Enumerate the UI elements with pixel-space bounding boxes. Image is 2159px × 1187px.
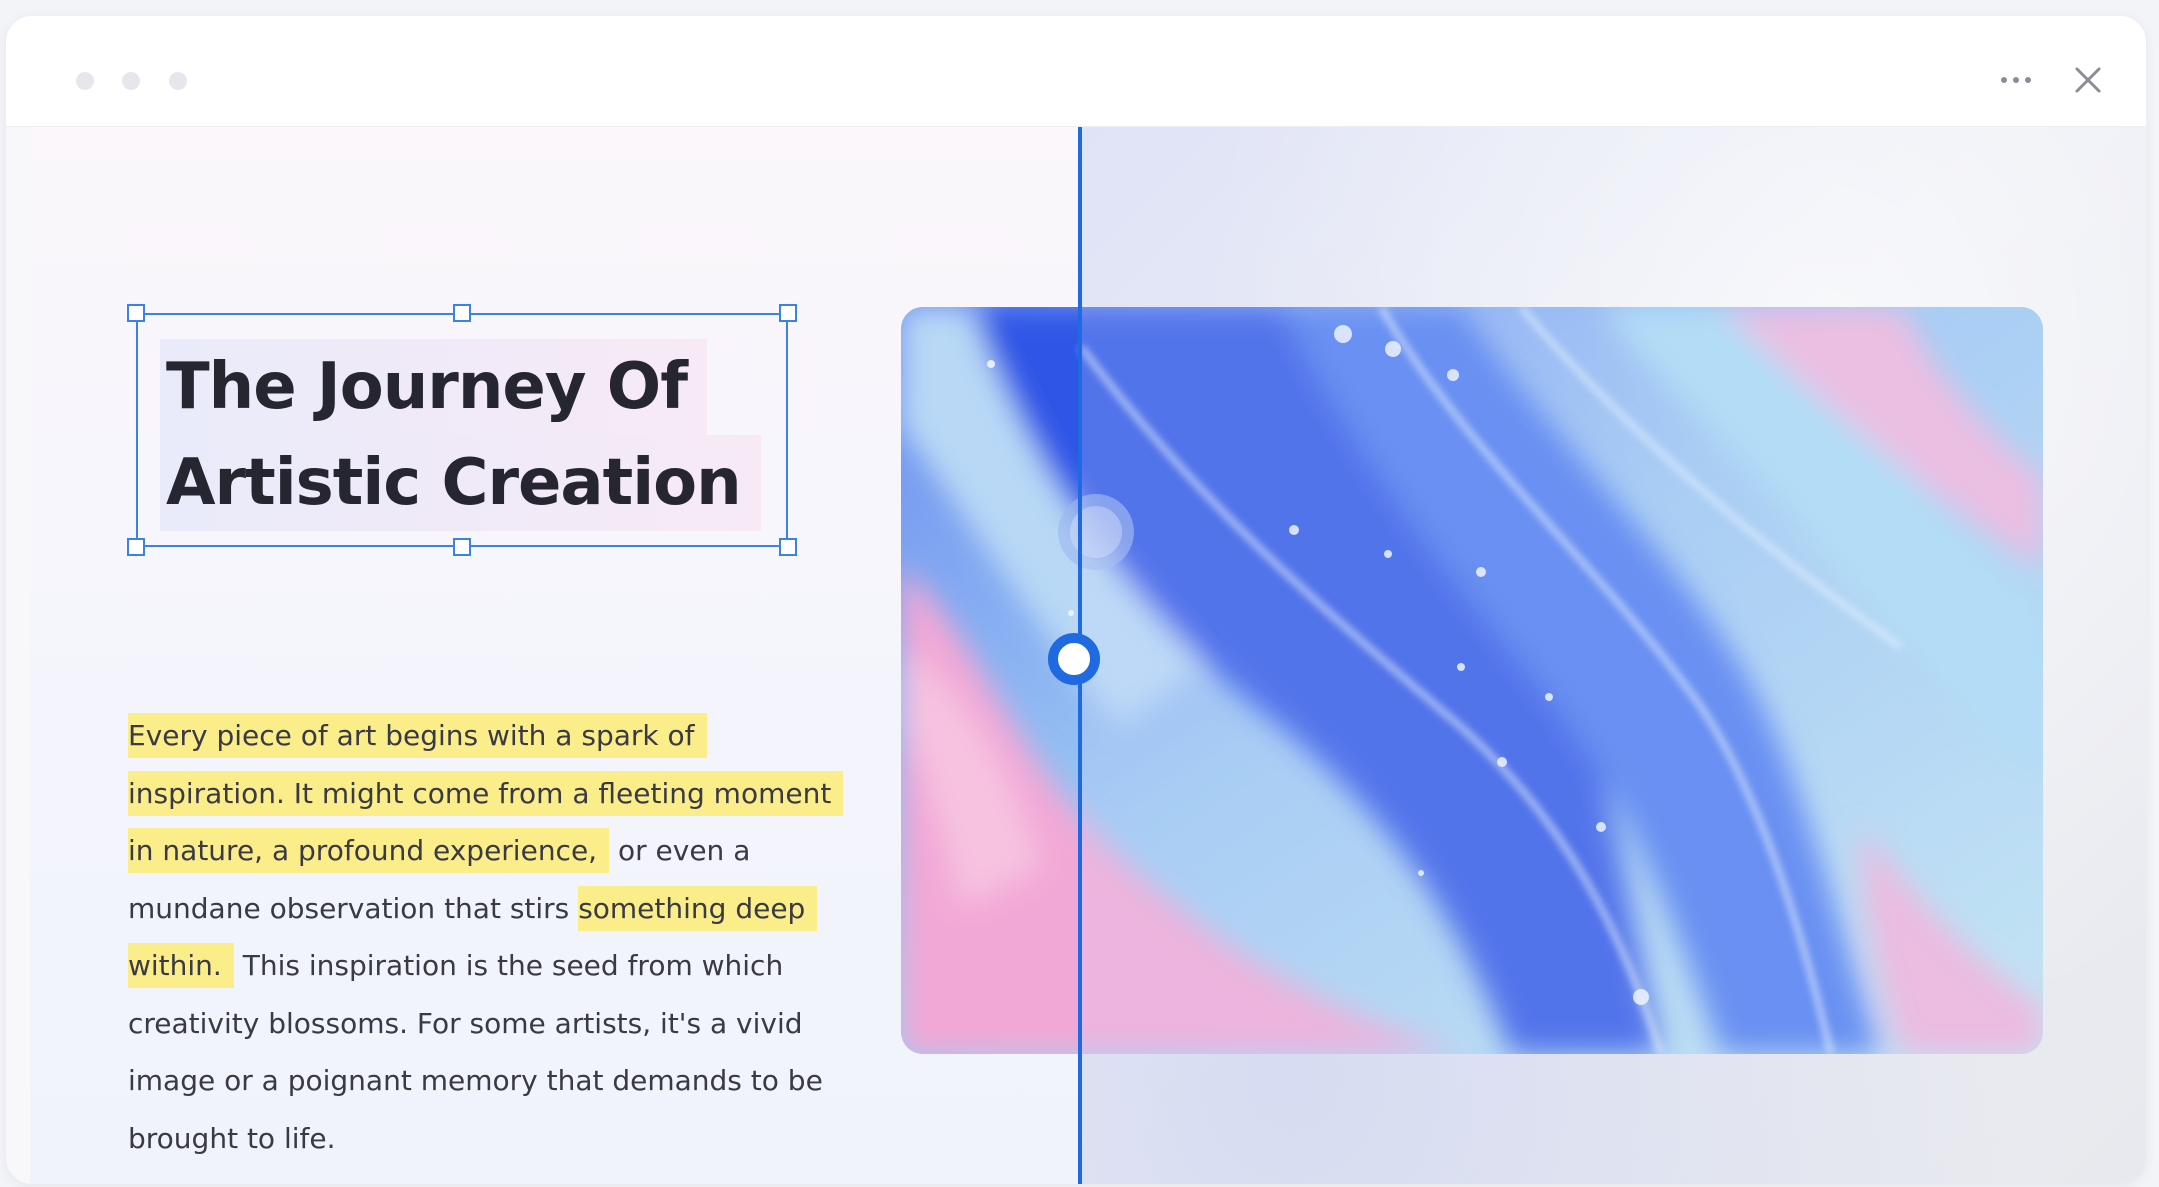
- window-dot-maximize[interactable]: [169, 72, 187, 90]
- compare-slider-handle[interactable]: [1048, 633, 1100, 685]
- resize-handle-bottom-right[interactable]: [779, 538, 797, 556]
- more-icon[interactable]: [1996, 68, 2036, 92]
- window-dot-close[interactable]: [76, 72, 94, 90]
- slide-body-text[interactable]: Every piece of art begins with a spark o…: [128, 707, 848, 1167]
- close-icon[interactable]: [2072, 64, 2104, 96]
- resize-handle-top-left[interactable]: [127, 304, 145, 322]
- resize-handle-bottom-center[interactable]: [453, 538, 471, 556]
- title-line-2: Artistic Creation: [160, 435, 761, 531]
- resize-handle-top-right[interactable]: [779, 304, 797, 322]
- app-window: The Journey Of Artistic Creation Every p…: [6, 16, 2146, 1184]
- resize-handle-bottom-left[interactable]: [127, 538, 145, 556]
- slide-canvas: The Journey Of Artistic Creation Every p…: [30, 127, 2146, 1184]
- title-bar: [6, 16, 2146, 127]
- slide-title[interactable]: The Journey Of Artistic Creation: [160, 339, 761, 531]
- window-dot-minimize[interactable]: [122, 72, 140, 90]
- resize-handle-top-center[interactable]: [453, 304, 471, 322]
- title-line-1: The Journey Of: [160, 339, 708, 435]
